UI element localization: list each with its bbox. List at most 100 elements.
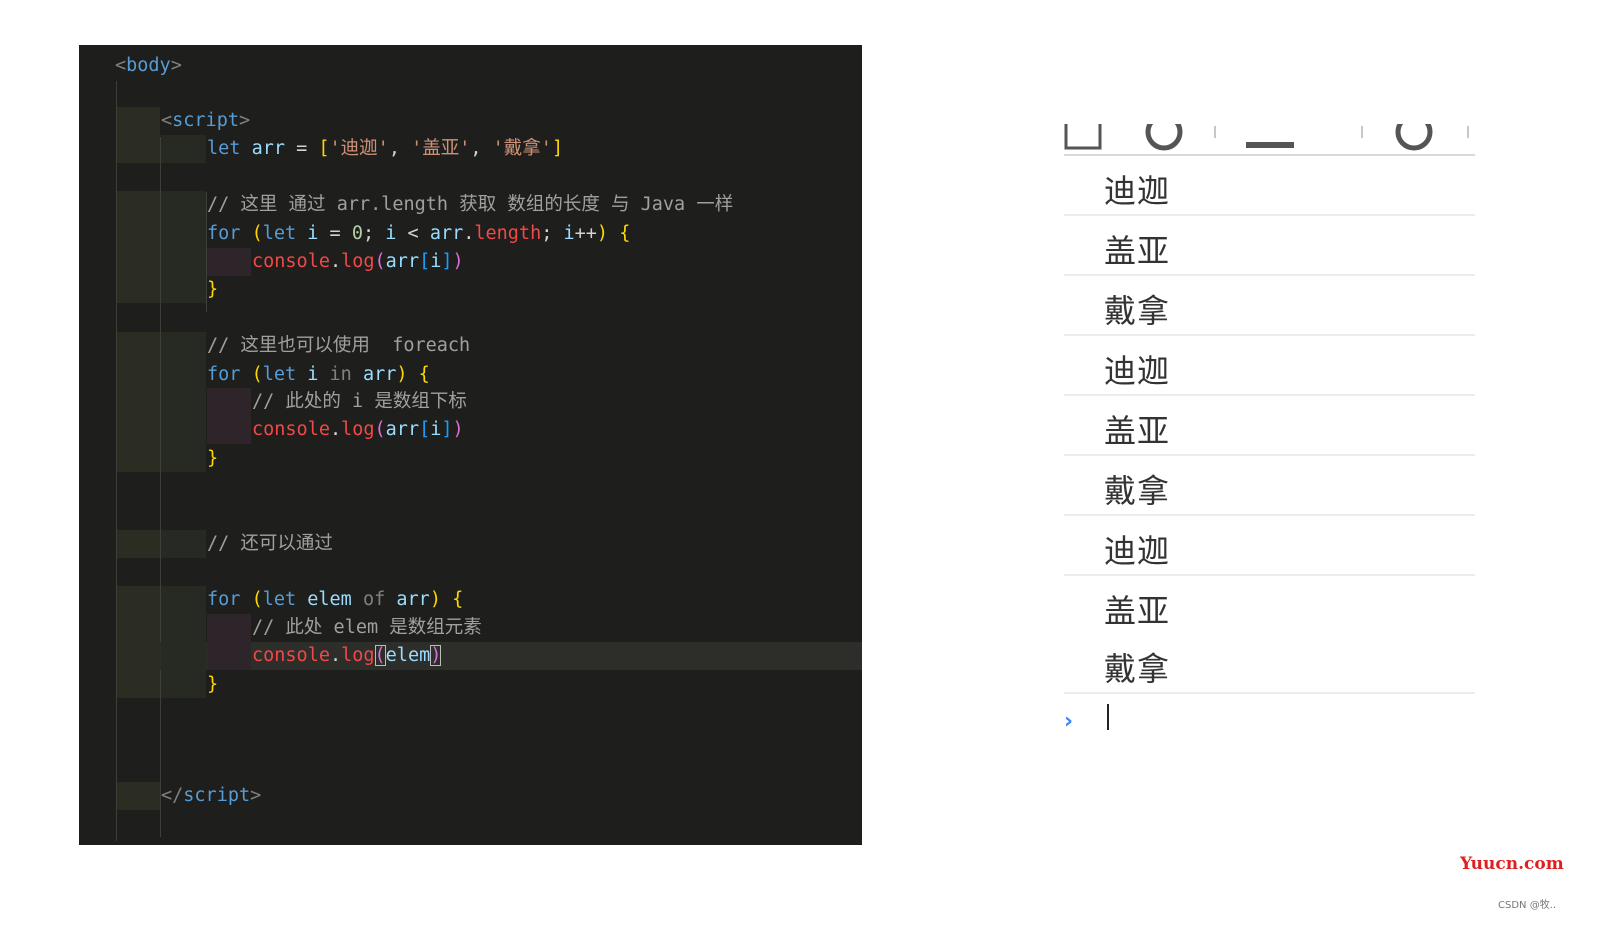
bracket: ) [596,223,609,244]
bracket: ( [374,251,386,272]
indent-marker [117,191,160,303]
code-line[interactable]: console.log(arr[i]) [252,248,464,276]
log-message: 戴拿 [1104,292,1171,330]
operator: = [329,223,341,244]
tag-name: script [183,785,251,806]
indent-marker [117,135,160,163]
code-line[interactable]: <body> [115,52,182,80]
code-line[interactable]: console.log(elem) [252,642,442,670]
indent-marker [161,191,206,303]
console-input-caret[interactable] [1107,704,1109,730]
bracket: } [207,674,219,695]
code-line[interactable]: </script> [161,782,261,810]
devtools-console[interactable]: 迪迦 盖亚 戴拿 迪迦 盖亚 戴拿 迪迦 盖亚 戴拿 › [1064,124,1475,744]
string: '戴拿' [492,138,552,159]
console-log-row: 迪迦 [1064,156,1475,216]
punctuation: ; [541,223,564,244]
number: 0 [351,223,363,244]
string: '迪迦' [329,138,389,159]
log-message: 盖亚 [1104,232,1171,270]
indent-marker [207,388,251,444]
code-line[interactable]: } [207,445,218,473]
eye-icon[interactable] [1394,124,1434,152]
console-toolbar [1064,124,1475,156]
code-line[interactable]: for (let elem of arr) { [207,586,463,614]
log-message: 盖亚 [1104,412,1171,450]
variable: i [430,251,442,272]
bracket: [ [419,419,431,440]
bracket: [ [318,138,330,159]
indent-marker [207,614,251,670]
code-line[interactable]: console.log(arr[i]) [252,416,464,444]
code-comment[interactable]: // 此处的 i 是数组下标 [252,388,467,416]
code-line[interactable]: } [207,276,218,304]
tag-bracket: > [238,110,251,131]
log-message: 迪迦 [1104,172,1171,210]
code-comment[interactable]: // 这里也可以使用 foreach [207,332,470,360]
console-log-row: 迪迦 [1064,516,1475,576]
code-line[interactable]: for (let i in arr) { [207,361,430,389]
keyword: for [207,589,241,610]
code-comment[interactable]: // 此处 elem 是数组元素 [252,614,482,642]
variable: elem [307,589,352,610]
console-log-row: 迪迦 [1064,336,1475,396]
tag-bracket: > [170,55,182,76]
punctuation: . [329,419,342,440]
code-line[interactable]: <script> [161,107,250,135]
code-comment[interactable]: // 这里 通过 arr.length 获取 数组的长度 与 Java 一样 [207,191,733,219]
variable: arr [385,419,420,440]
log-message: 迪迦 [1104,352,1171,390]
punctuation: . [463,223,475,244]
toolbar-separator [1361,126,1363,138]
bracket: ] [441,251,453,272]
bracket: ) [452,251,464,272]
tag-name: script [172,110,239,131]
variable: arr [362,364,397,385]
bracket: ] [551,138,564,159]
bracket: ) [396,364,408,385]
string: '盖亚' [411,138,471,159]
code-line[interactable]: let arr = ['迪迦', '盖亚', '戴拿'] [207,135,563,163]
variable: i [307,223,319,244]
variable: arr [429,223,464,244]
console-log-row: 盖亚 [1064,216,1475,276]
keyword: for [207,223,241,244]
clear-console-icon[interactable] [1144,124,1184,152]
bracket: ) [452,419,464,440]
punctuation: . [329,251,342,272]
chevron-right-icon: › [1064,709,1074,734]
indent-marker [117,782,160,810]
indent-marker [117,530,160,558]
code-line[interactable]: } [207,671,218,699]
bracket: [ [419,251,431,272]
code-line[interactable]: for (let i = 0; i < arr.length; i++) { [207,220,630,248]
code-editor[interactable]: <body> <script> let arr = ['迪迦', '盖亚', '… [79,45,862,845]
keyword: let [207,138,241,159]
context-selector-icon[interactable] [1242,124,1302,152]
console-log-row: 盖亚 [1064,396,1475,456]
log-message: 迪迦 [1104,532,1171,570]
console-object: console [252,645,330,666]
tag-bracket: > [250,785,262,806]
operator: = [296,138,308,159]
keyword: for [207,364,241,385]
bracket: ( [251,364,263,385]
function-name: log [341,251,375,272]
indent-marker [117,586,160,698]
indent-marker [161,332,206,472]
function-name: log [341,419,375,440]
sidebar-toggle-icon[interactable] [1064,124,1104,152]
watermark: Yuucn.com [1460,854,1564,874]
variable: i [385,223,397,244]
indent-marker [161,530,206,558]
bracket: { [452,589,464,610]
operator: ++ [574,223,597,244]
punctuation: , [470,138,493,159]
tag-name: body [126,55,171,76]
code-comment[interactable]: // 还可以通过 [207,530,333,558]
keyword: let [262,589,297,610]
console-log-row: 盖亚 [1064,576,1475,636]
bracket-match: ( [374,645,386,666]
variable: i [307,364,319,385]
log-message: 盖亚 [1104,592,1171,630]
